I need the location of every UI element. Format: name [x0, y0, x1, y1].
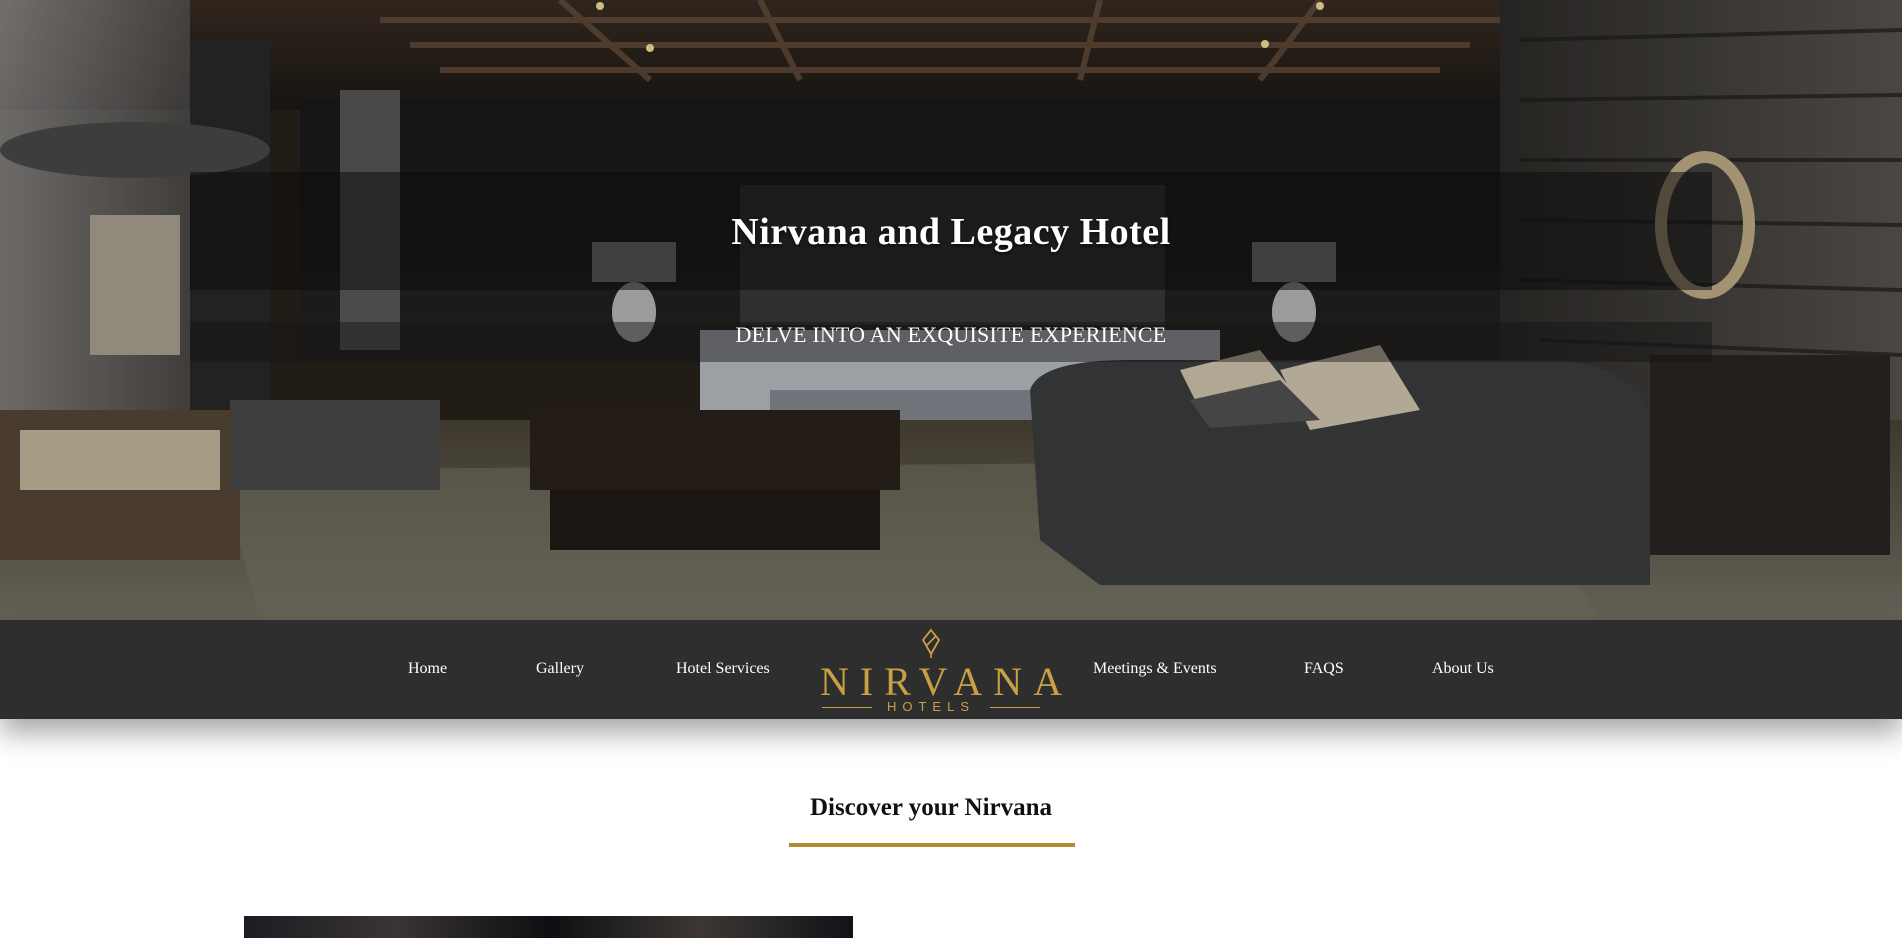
hero-banner: Nirvana and Legacy Hotel DELVE INTO AN E… — [0, 0, 1902, 620]
heading-underline — [789, 843, 1075, 847]
section-heading: Discover your Nirvana — [809, 794, 1053, 821]
nav-meetings-events[interactable]: Meetings & Events — [1093, 660, 1217, 678]
hero-tagline: DELVE INTO AN EXQUISITE EXPERIENCE — [735, 322, 1167, 347]
hero-title: Nirvana and Legacy Hotel — [731, 211, 1171, 253]
nav-hotel-services[interactable]: Hotel Services — [676, 660, 770, 678]
logo-wordmark: NIRVANA — [820, 659, 1074, 704]
nav-faqs[interactable]: FAQS — [1304, 660, 1344, 678]
hero-room-image — [0, 0, 1902, 620]
nav-gallery[interactable]: Gallery — [536, 660, 584, 678]
nirvana-hotels-logo[interactable]: NIRVANA HOTELS — [820, 628, 1074, 714]
nav-home[interactable]: Home — [408, 660, 447, 678]
main-navigation: Home Gallery Hotel Services NIRVANA HOTE… — [0, 620, 1902, 719]
leaf-icon — [921, 628, 941, 658]
logo-rule-right — [990, 707, 1040, 708]
gallery-preview-image[interactable] — [244, 916, 853, 938]
nav-about-us[interactable]: About Us — [1432, 660, 1494, 678]
